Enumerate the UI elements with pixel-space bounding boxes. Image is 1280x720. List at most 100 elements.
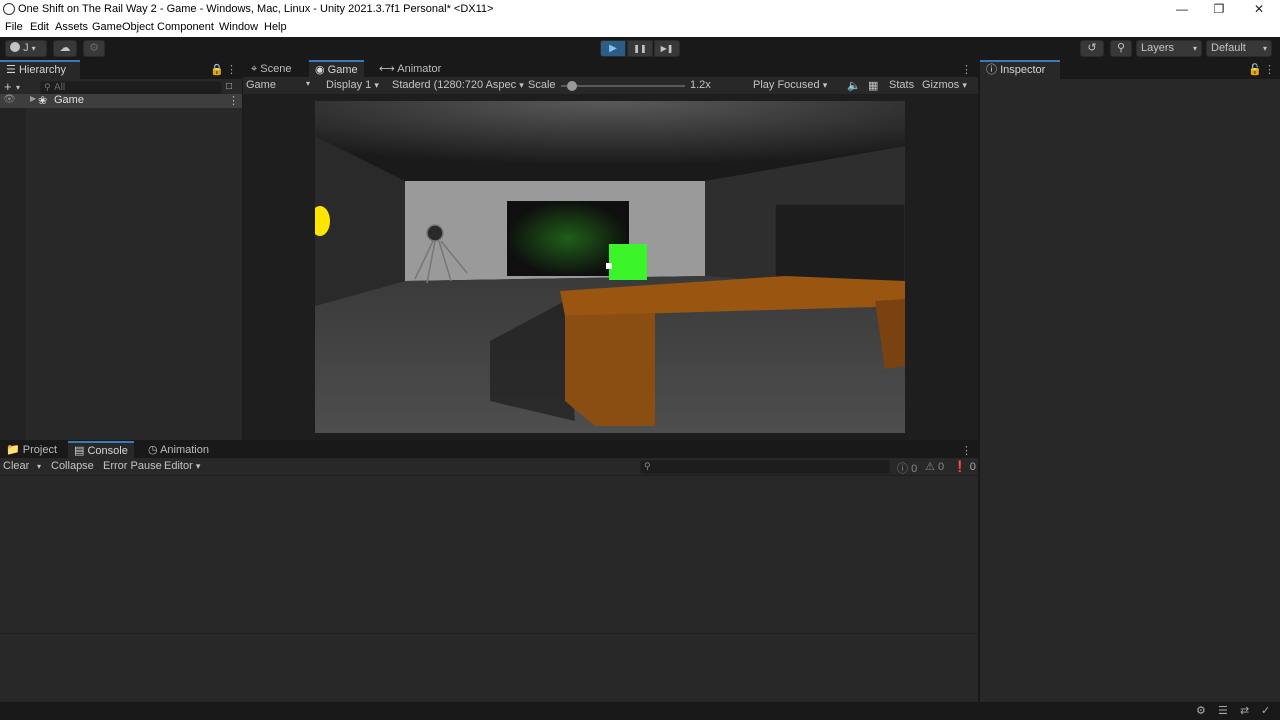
search-button[interactable]: ⚲ [1110,40,1132,57]
menu-gameobject[interactable]: GameObject [92,21,154,33]
menu-edit[interactable]: Edit [30,21,49,33]
tab-project-label: Project [22,444,58,456]
editor-dropdown[interactable]: Editor [164,460,200,472]
menu-component[interactable]: Component [157,21,214,33]
unity-logo-icon [3,3,15,15]
tab-hierarchy-label: Hierarchy [18,64,67,76]
more-options-icon[interactable]: ⋮ [1264,63,1275,76]
more-options-icon[interactable]: ⋮ [228,94,239,107]
chevron-down-icon[interactable]: ▾ [37,462,41,471]
tab-animation-label: Animation [160,444,209,456]
error-pause-button[interactable]: Error Pause [103,460,162,472]
collapse-button[interactable]: Collapse [51,460,94,472]
warning-count: 0 [937,461,945,473]
more-options-icon[interactable]: ⋮ [961,444,972,457]
scene-visibility-icon[interactable]: □ [226,81,232,92]
expand-arrow-icon[interactable]: ▶ [30,94,36,103]
account-dropdown[interactable]: J ▾ [5,40,47,57]
layers-dropdown[interactable]: Layers ▾ [1136,40,1202,57]
folder-icon: 📁 [6,444,20,456]
tab-inspector[interactable]: ⓘ Inspector [980,60,1060,79]
game-scene-render [315,101,905,433]
display-dropdown[interactable]: Display 1 [326,79,379,91]
list-icon: ☰ [6,64,16,76]
grid-icon[interactable]: ▦ [868,79,878,92]
layers-label: Layers [1141,42,1175,54]
account-icon [10,42,20,52]
layout-dropdown[interactable]: Default ▾ [1206,40,1272,57]
console-icon: ▤ [74,445,85,457]
search-icon: ⚲ [1116,42,1126,54]
scale-slider-handle[interactable] [567,81,578,91]
lock-icon[interactable]: 🔒 [210,63,224,76]
hierarchy-row-game[interactable]: 👁 ▶ ❀ Game ⋮ [0,94,242,108]
aspect-dropdown[interactable]: Staderd (1280:720 Aspec [392,79,524,91]
audio-icon[interactable]: 🔈 [847,79,861,92]
restore-button[interactable]: ❐ [1199,0,1239,19]
scale-slider[interactable] [561,81,685,91]
pause-button[interactable]: ❚❚ [627,40,653,57]
visibility-gutter [0,97,26,440]
eye-icon[interactable]: 👁 [3,94,16,105]
console-toolbar: Clear ▾ Collapse Error Pause Editor ⚲ ⓘ … [0,458,978,476]
clear-button[interactable]: Clear [3,460,29,472]
tab-animator-label: Animator [397,63,442,75]
account-label: J [23,42,29,54]
editor-label: Editor [164,460,193,472]
collab-button[interactable]: ⚙ [83,40,105,57]
warning-count-toggle[interactable]: ⚠ 0 [925,460,944,473]
error-count-toggle[interactable]: ❗ 0 [953,460,976,473]
chevron-down-icon: ▾ [1262,44,1267,53]
play-focused-dropdown[interactable]: Play Focused [753,79,827,91]
minimize-button[interactable]: — [1162,0,1202,19]
log-count-toggle[interactable]: ⓘ 0 [897,460,917,476]
layers-icon[interactable]: ☰ [1218,704,1228,717]
undo-history-button[interactable]: ↺ [1080,40,1104,57]
check-icon[interactable]: ✓ [1261,704,1270,717]
menu-file[interactable]: File [5,21,23,33]
view-mode-label: Game [246,79,276,91]
game-viewport[interactable] [315,101,905,433]
tab-inspector-label: Inspector [1000,64,1046,76]
info-icon: ⓘ [897,463,908,475]
hierarchy-search-box[interactable]: ⚲ All [40,81,222,95]
tab-hierarchy[interactable]: ☰ Hierarchy [0,60,80,79]
play-button[interactable]: ▶ [600,40,626,57]
clock-icon: ◷ [148,444,158,456]
bug-icon[interactable]: ⚙ [1196,704,1206,717]
gizmos-label: Gizmos [922,79,960,91]
lock-icon[interactable]: 🔓 [1248,63,1262,76]
display-label: Display 1 [326,79,372,91]
inspector-tabbar: ⓘ Inspector 🔓 ⋮ [980,60,1280,79]
menu-help[interactable]: Help [264,21,287,33]
hierarchy-tabbar: ☰ Hierarchy 🔒 ⋮ [0,60,242,79]
error-count: 0 [969,461,976,473]
unity-scene-icon: ❀ [38,95,48,107]
more-options-icon[interactable]: ⋮ [226,63,237,76]
play-focused-label: Play Focused [753,79,820,91]
console-split-divider[interactable] [0,633,978,634]
cloud-button[interactable]: ☁ [53,40,77,57]
aspect-label: Staderd (1280:720 Aspec [392,79,517,91]
console-search-input[interactable]: ⚲ [640,460,890,474]
window-title-bar: One Shift on The Rail Way 2 - Game - Win… [0,0,1280,19]
gizmos-dropdown[interactable]: Gizmos [922,79,967,91]
more-options-icon[interactable]: ⋮ [961,63,972,76]
add-icon[interactable]: + [4,79,12,94]
hierarchy-search-placeholder: All [54,82,66,93]
menu-window[interactable]: Window [219,21,258,33]
view-mode-dropdown[interactable]: Game ▾ [246,79,316,91]
tab-scene-label: Scene [260,63,292,75]
cabinet [774,203,905,290]
menu-assets[interactable]: Assets [55,21,88,33]
step-button[interactable]: ▶❚ [654,40,680,57]
stats-button[interactable]: Stats [889,79,914,91]
menu-bar: File Edit Assets GameObject Component Wi… [0,19,1280,37]
table-leg-left [565,313,655,426]
window-title: One Shift on The Rail Way 2 - Game - Win… [18,3,494,15]
info-icon: ⓘ [986,64,997,76]
scale-label: Scale [528,79,556,91]
chevron-down-icon[interactable]: ▾ [16,83,20,92]
close-button[interactable]: ✕ [1239,0,1279,19]
progress-icon[interactable]: ⇄ [1240,704,1249,717]
